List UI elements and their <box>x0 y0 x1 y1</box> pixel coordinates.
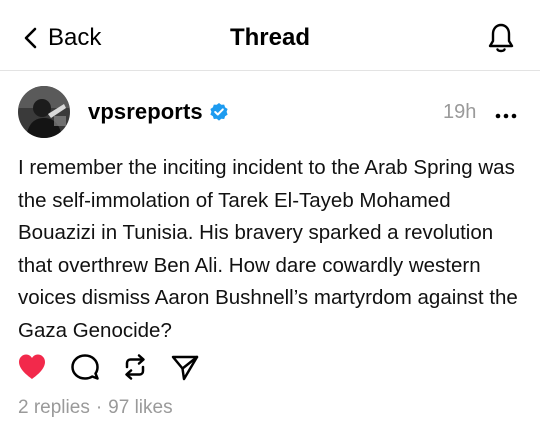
post-stats: 2 replies · 97 likes <box>18 397 173 419</box>
like-button[interactable] <box>16 351 48 383</box>
reply-button[interactable] <box>69 351 101 383</box>
avatar[interactable] <box>18 86 70 138</box>
chevron-left-icon <box>20 21 44 55</box>
page-title: Thread <box>229 24 310 51</box>
replies-count[interactable]: 2 replies <box>18 397 90 419</box>
repost-icon <box>125 354 145 380</box>
likes-count[interactable]: 97 likes <box>108 397 172 419</box>
post-timestamp: 19h <box>443 101 477 123</box>
top-nav-bar: Back Thread <box>0 0 540 70</box>
back-label: Back <box>48 24 102 51</box>
post-body-text: I remember the inciting incident to the … <box>18 156 518 342</box>
repost-button[interactable] <box>119 351 151 383</box>
notifications-button[interactable] <box>484 20 518 56</box>
back-button[interactable]: Back <box>20 21 101 55</box>
share-button[interactable] <box>169 351 201 383</box>
share-icon <box>171 355 199 381</box>
post-username[interactable]: vpsreports <box>88 99 203 125</box>
more-icon <box>495 113 517 119</box>
comment-icon <box>71 354 99 380</box>
verified-badge-icon <box>209 102 229 122</box>
bell-icon <box>488 23 514 53</box>
more-options-button[interactable] <box>494 108 518 119</box>
heart-icon <box>19 354 45 379</box>
header-divider <box>0 70 540 71</box>
stats-separator: · <box>95 397 103 418</box>
